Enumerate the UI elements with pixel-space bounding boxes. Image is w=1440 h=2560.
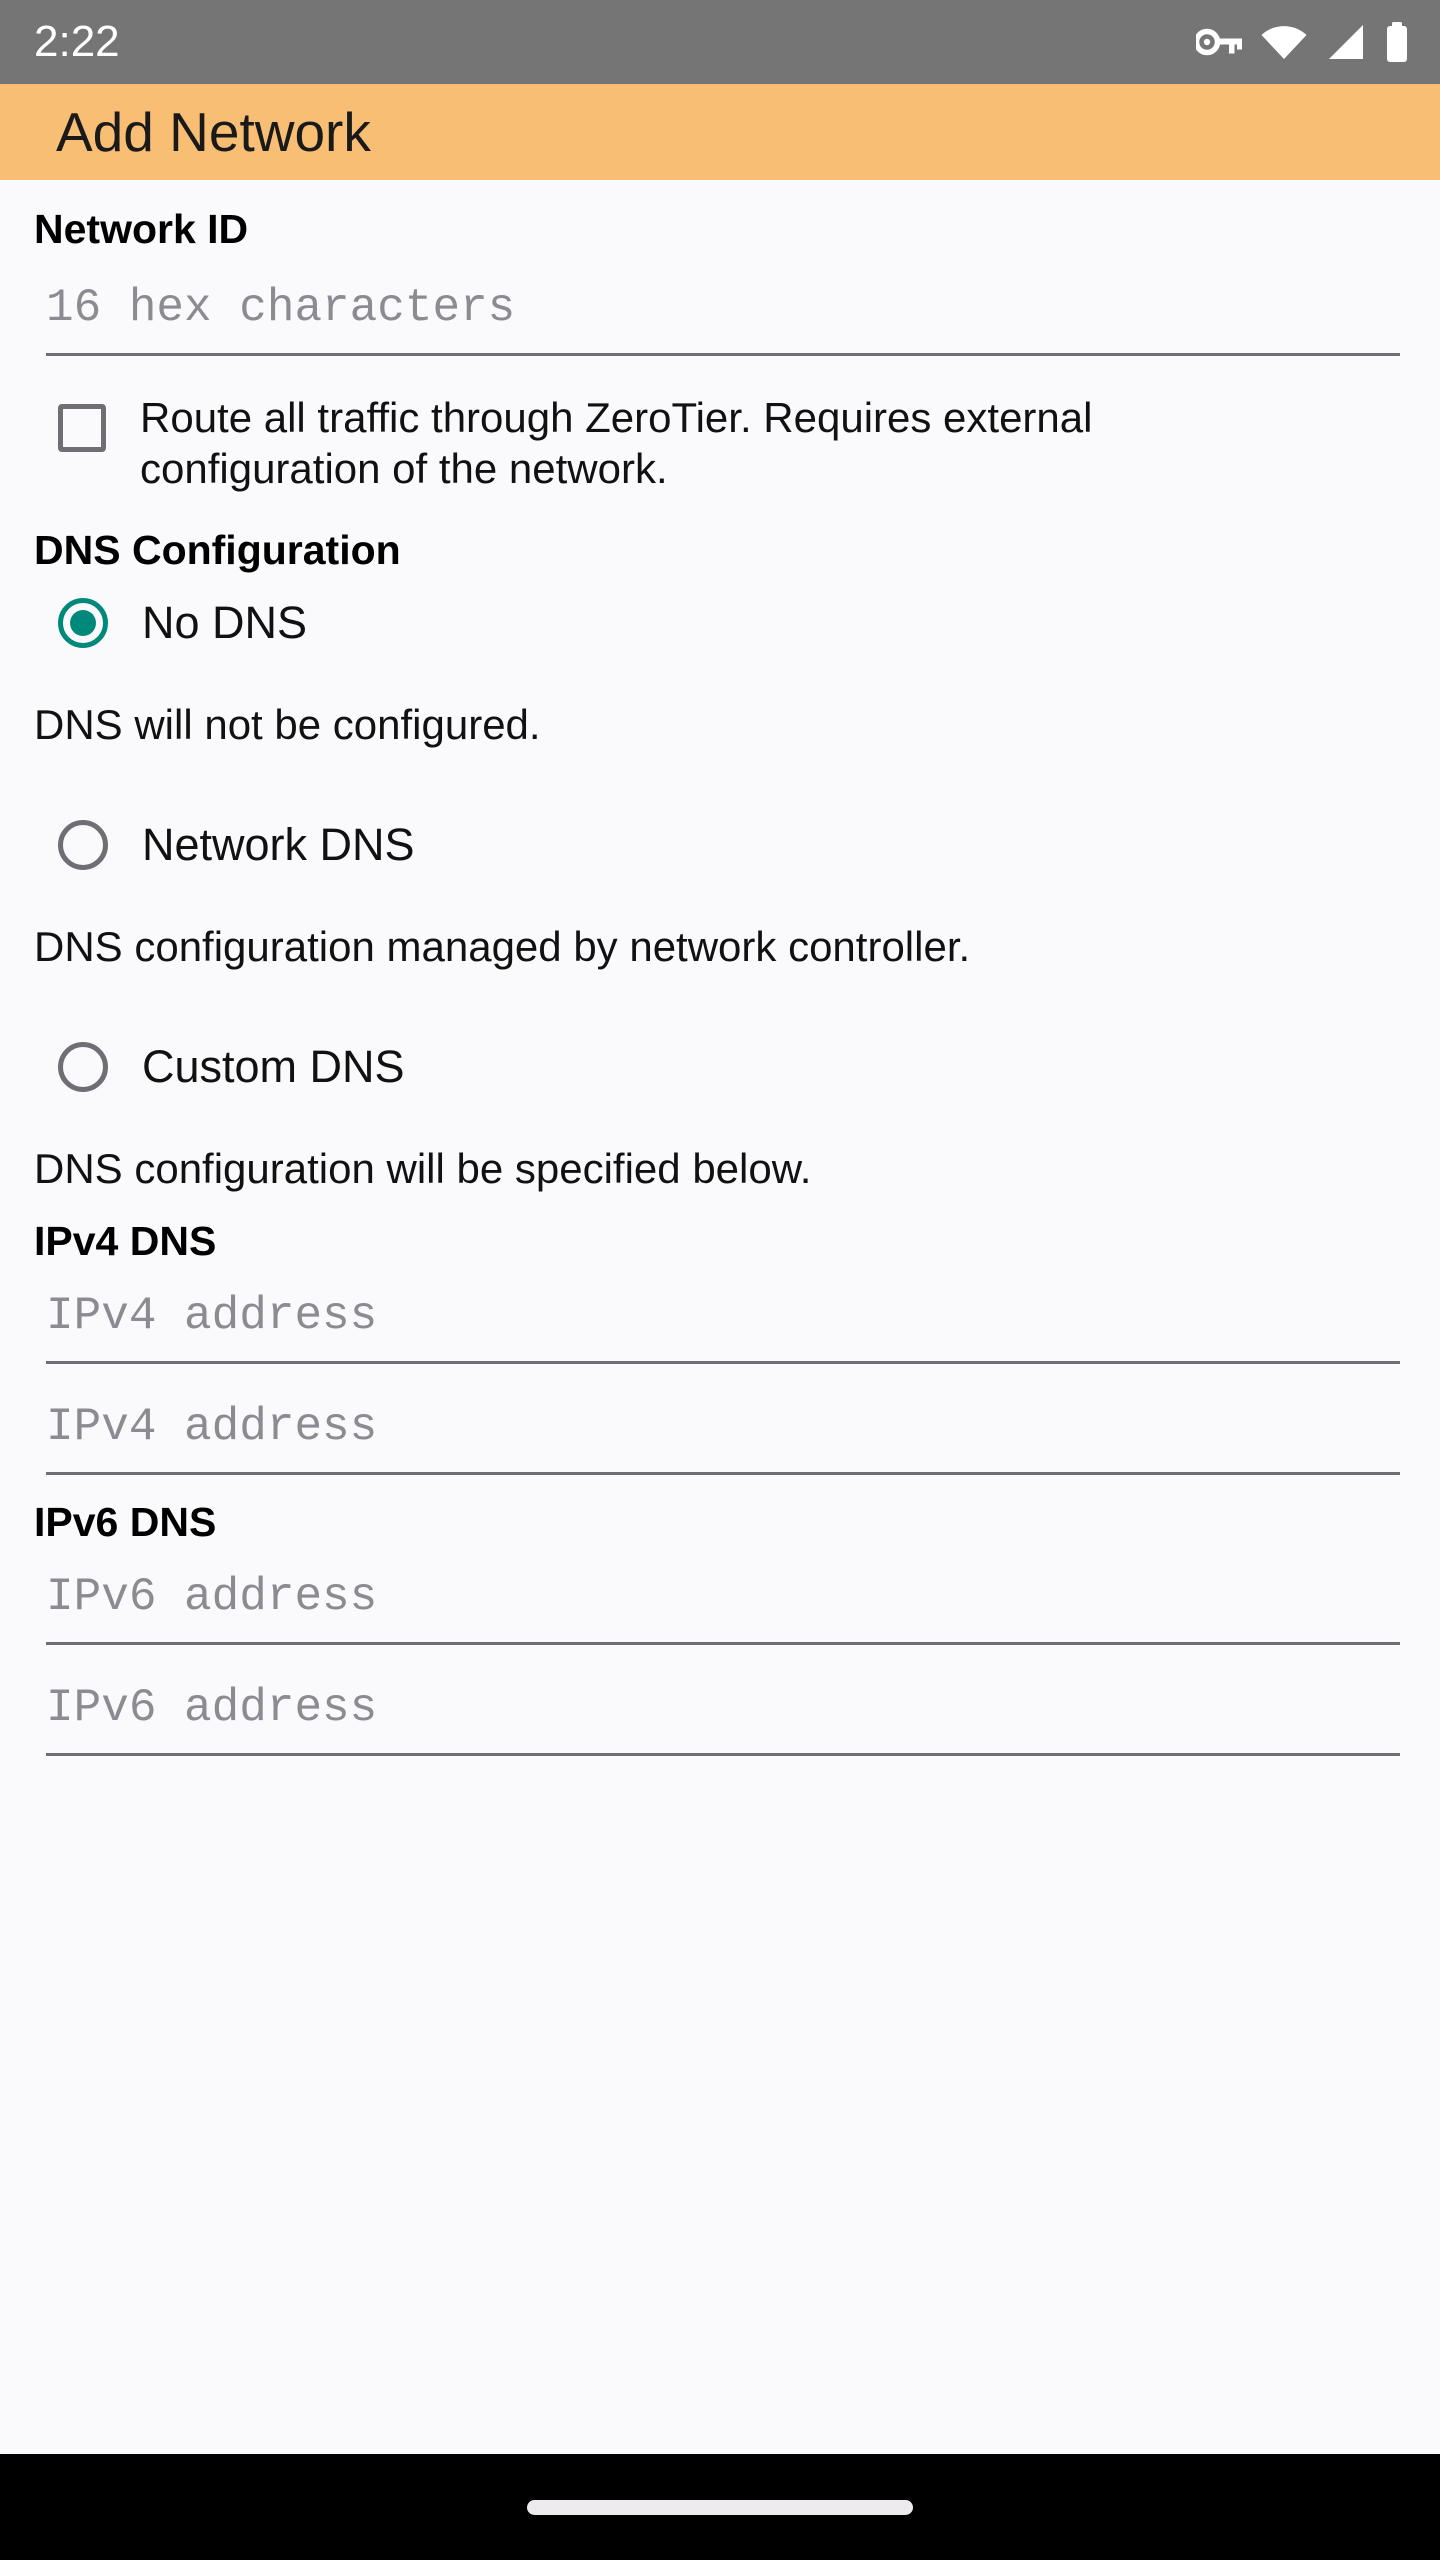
ipv4-dns-field-1[interactable]: IPv4 address bbox=[46, 1263, 1400, 1364]
battery-icon bbox=[1384, 22, 1410, 62]
vpn-key-icon bbox=[1196, 27, 1242, 57]
network-id-label: Network ID bbox=[34, 206, 249, 252]
ipv4-dns-field-2[interactable]: IPv4 address bbox=[46, 1364, 1400, 1475]
route-all-traffic-label: Route all traffic through ZeroTier. Requ… bbox=[140, 394, 1093, 493]
route-all-traffic-checkbox[interactable] bbox=[58, 404, 106, 453]
ipv4-dns-label: IPv4 DNS bbox=[34, 1217, 217, 1264]
ipv4-dns-input-1[interactable]: IPv4 address bbox=[46, 1293, 1400, 1361]
ipv6-dns-underline-2 bbox=[46, 1752, 1400, 1756]
ipv6-dns-input-1[interactable]: IPv6 address bbox=[46, 1574, 1400, 1642]
signal-cellular-icon bbox=[1326, 24, 1366, 60]
ipv6-dns-field-2[interactable]: IPv6 address bbox=[46, 1645, 1400, 1756]
form-content: Network ID 16 hex characters Route all t… bbox=[0, 180, 1440, 2454]
route-all-traffic-row[interactable]: Route all traffic through ZeroTier. Requ… bbox=[0, 356, 1440, 494]
app-bar: Add Network bbox=[0, 84, 1440, 194]
ipv6-dns-field-1[interactable]: IPv6 address bbox=[46, 1544, 1400, 1645]
status-bar: 2:22 bbox=[0, 0, 1440, 84]
radio-no-dns-dot bbox=[70, 609, 96, 636]
ipv6-dns-input-2[interactable]: IPv6 address bbox=[46, 1685, 1400, 1753]
ipv6-dns-label: IPv6 DNS bbox=[34, 1498, 217, 1545]
radio-network-dns[interactable] bbox=[58, 819, 108, 870]
home-gesture-pill[interactable] bbox=[527, 2499, 913, 2515]
page-title: Add Network bbox=[56, 100, 371, 163]
ipv4-dns-input-2[interactable]: IPv4 address bbox=[46, 1404, 1400, 1472]
dns-configuration-label: DNS Configuration bbox=[34, 526, 401, 573]
dns-option-network-dns-label: Network DNS bbox=[142, 819, 415, 871]
navigation-bar bbox=[0, 2454, 1440, 2560]
phone-screen: 2:22 Add Network Network ID 16 hex chara… bbox=[0, 0, 1440, 2560]
network-id-field[interactable]: 16 hex characters bbox=[46, 251, 1400, 357]
status-bar-clock: 2:22 bbox=[34, 17, 120, 66]
dns-option-custom-dns-description: DNS configuration will be specified belo… bbox=[34, 1144, 812, 1192]
dns-option-no-dns-description: DNS will not be configured. bbox=[34, 700, 541, 748]
network-id-input[interactable]: 16 hex characters bbox=[46, 285, 1400, 353]
radio-no-dns[interactable] bbox=[58, 597, 108, 648]
dns-option-custom-dns-label: Custom DNS bbox=[142, 1041, 405, 1093]
dns-option-no-dns-label: No DNS bbox=[142, 597, 308, 649]
dns-option-custom-dns[interactable]: Custom DNS bbox=[0, 968, 1440, 1092]
dns-option-network-dns-description: DNS configuration managed by network con… bbox=[34, 922, 971, 970]
status-bar-icons bbox=[1196, 22, 1410, 62]
dns-option-no-dns[interactable]: No DNS bbox=[0, 572, 1440, 648]
wifi-icon bbox=[1260, 24, 1308, 60]
dns-option-network-dns[interactable]: Network DNS bbox=[0, 746, 1440, 870]
radio-custom-dns[interactable] bbox=[58, 1041, 108, 1092]
